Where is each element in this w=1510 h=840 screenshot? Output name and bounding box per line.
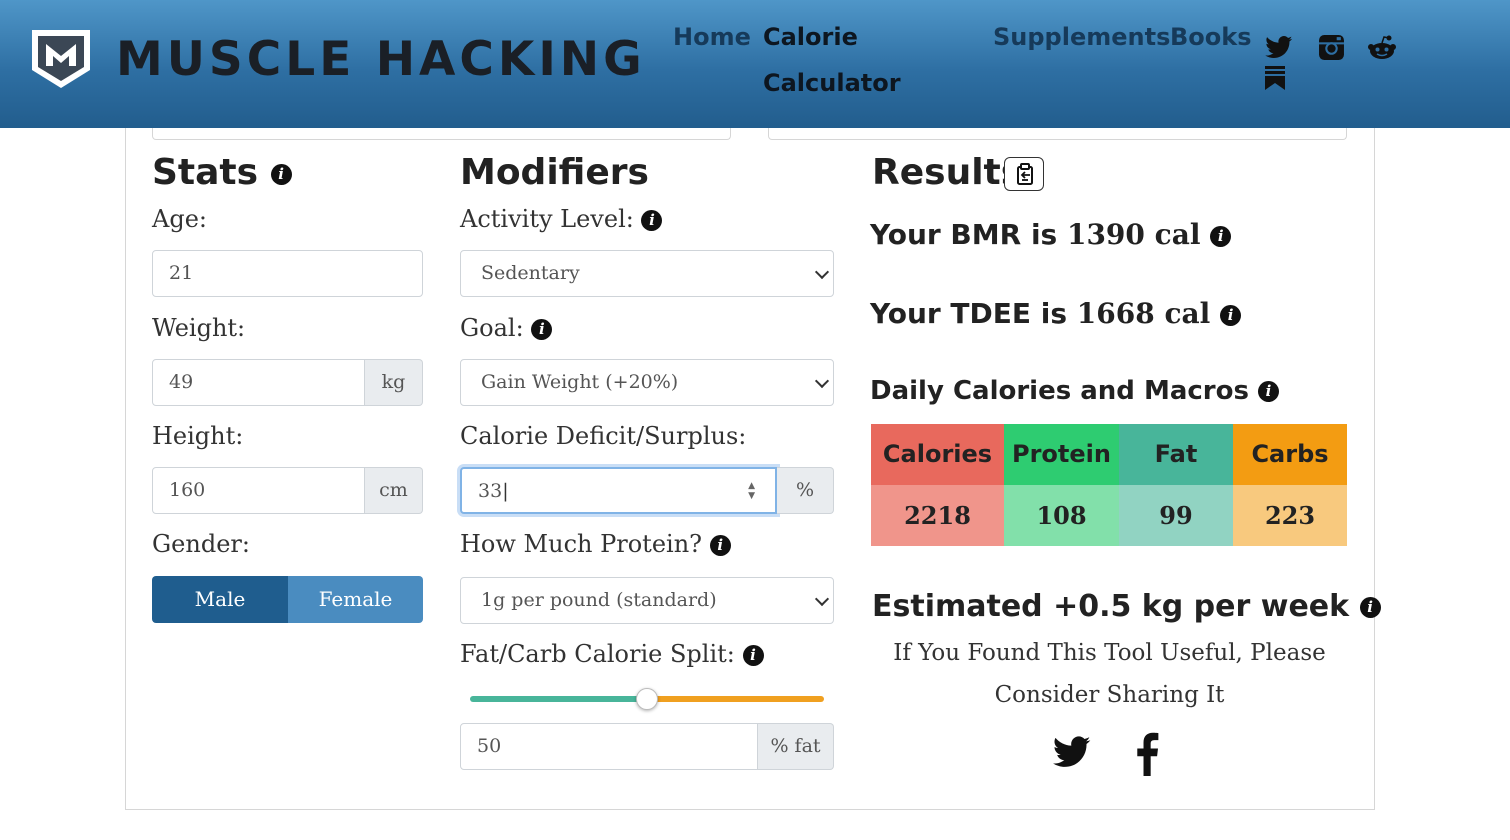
site-header: MUSCLE HACKING Home Calorie Calculator S…: [0, 0, 1510, 128]
slider-fat-fill: [470, 696, 647, 702]
weight-unit: kg: [365, 359, 423, 406]
twitter-share-icon[interactable]: [1052, 735, 1092, 771]
protein-info-icon[interactable]: i: [709, 535, 731, 556]
split-unit: % fat: [758, 723, 834, 770]
modifiers-title: Modifiers: [460, 152, 649, 193]
macros-info-icon[interactable]: i: [1258, 381, 1280, 402]
estimated-info-icon[interactable]: i: [1359, 597, 1381, 618]
chevron-down-icon: [814, 264, 830, 280]
bookmark-icon[interactable]: [1264, 66, 1286, 90]
deficit-label: Calorie Deficit/Surplus:: [460, 422, 747, 450]
protein-select-value: 1g per pound (standard): [481, 589, 717, 611]
split-label: Fat/Carb Calorie Split: i: [460, 639, 764, 669]
macro-val-protein: 108: [1004, 485, 1119, 546]
height-input[interactable]: 160: [152, 467, 365, 514]
macro-head-protein: Protein: [1004, 424, 1119, 485]
split-info-icon[interactable]: i: [742, 645, 764, 666]
macro-val-carbs: 223: [1233, 485, 1347, 546]
macro-col-fat: Fat 99: [1119, 424, 1233, 546]
gender-toggle: Male Female: [152, 576, 423, 623]
clipboard-icon: [1017, 163, 1033, 185]
logo-badge-icon[interactable]: [26, 26, 96, 92]
tdee-result: Your TDEE is 1668 cal i: [870, 296, 1242, 332]
bmr-value: 1390 cal: [1066, 218, 1201, 251]
weight-input[interactable]: 49: [152, 359, 365, 406]
protein-label-text: How Much Protein?: [460, 530, 703, 558]
activity-label-text: Activity Level:: [460, 205, 634, 233]
macros-title: Daily Calories and Macros i: [870, 373, 1280, 409]
nav-books[interactable]: Books: [1170, 22, 1252, 52]
macro-col-protein: Protein 108: [1004, 424, 1119, 546]
nav-supplements[interactable]: Supplements: [993, 22, 1170, 52]
goal-select[interactable]: Gain Weight (+20%): [460, 359, 834, 406]
instagram-icon[interactable]: [1318, 34, 1345, 61]
chevron-down-icon: [814, 591, 830, 607]
split-label-text: Fat/Carb Calorie Split:: [460, 640, 735, 668]
macro-col-carbs: Carbs 223: [1233, 424, 1347, 546]
nav-home[interactable]: Home: [673, 22, 751, 52]
nav-calorie-calculator[interactable]: Calorie: [763, 22, 858, 52]
macros-title-text: Daily Calories and Macros: [870, 376, 1249, 406]
nav-calorie-calculator-line2: Calculator: [763, 69, 901, 97]
bmr-prefix: Your BMR is: [870, 218, 1058, 251]
macro-head-fat: Fat: [1119, 424, 1233, 485]
nav-calorie-calculator-2[interactable]: Calculator: [763, 68, 901, 98]
macro-val-fat: 99: [1119, 485, 1233, 546]
deficit-input[interactable]: 33| ▲ ▼: [460, 467, 777, 514]
height-label: Height:: [152, 422, 244, 450]
protein-label: How Much Protein? i: [460, 529, 731, 559]
macro-head-calories: Calories: [871, 424, 1004, 485]
facebook-share-icon[interactable]: [1134, 732, 1160, 776]
deficit-unit: %: [777, 467, 834, 514]
logo-text[interactable]: MUSCLE HACKING: [116, 30, 646, 90]
macro-head-carbs: Carbs: [1233, 424, 1347, 485]
weight-label: Weight:: [152, 314, 246, 342]
bmr-result: Your BMR is 1390 cal i: [870, 217, 1232, 253]
stats-title-text: Stats: [152, 152, 259, 193]
age-input[interactable]: 21: [152, 250, 423, 297]
split-input[interactable]: 50: [460, 723, 758, 770]
gender-label: Gender:: [152, 530, 250, 558]
twitter-icon[interactable]: [1264, 36, 1294, 60]
goal-label: Goal: i: [460, 313, 553, 343]
card-stub-left: [152, 128, 731, 140]
male-button[interactable]: Male: [152, 576, 288, 623]
copy-results-button[interactable]: [1004, 157, 1044, 191]
tdee-value: 1668 cal: [1076, 297, 1211, 330]
macros-table: Calories 2218 Protein 108 Fat 99 Carbs 2…: [871, 424, 1347, 546]
activity-select[interactable]: Sedentary: [460, 250, 834, 297]
goal-select-value: Gain Weight (+20%): [481, 371, 679, 393]
bmr-info-icon[interactable]: i: [1210, 225, 1232, 247]
activity-info-icon[interactable]: i: [641, 210, 663, 231]
goal-label-text: Goal:: [460, 314, 524, 342]
macro-val-calories: 2218: [871, 485, 1004, 546]
tdee-info-icon[interactable]: i: [1220, 304, 1242, 326]
female-button[interactable]: Female: [288, 576, 423, 623]
results-title: Results: [872, 152, 1023, 193]
number-spinner-icon[interactable]: ▲ ▼: [748, 481, 755, 501]
nav-calorie-calculator-line1: Calorie: [763, 23, 858, 51]
tdee-prefix: Your TDEE is: [870, 297, 1068, 330]
activity-select-value: Sedentary: [481, 262, 580, 284]
card-stub-right: [768, 128, 1347, 140]
protein-select[interactable]: 1g per pound (standard): [460, 577, 834, 624]
fat-carb-slider[interactable]: [470, 688, 824, 710]
slider-thumb[interactable]: [636, 688, 658, 710]
reddit-icon[interactable]: [1367, 35, 1397, 61]
slider-carb-fill: [647, 696, 824, 702]
estimated-rate: Estimated +0.5 kg per week i: [872, 588, 1381, 626]
activity-label: Activity Level: i: [460, 204, 663, 234]
stats-title: Stats i: [152, 151, 292, 195]
estimated-text: Estimated +0.5 kg per week: [872, 589, 1350, 624]
chevron-down-icon: [814, 373, 830, 389]
macro-col-calories: Calories 2218: [871, 424, 1004, 546]
share-text: If You Found This Tool Useful, Please Co…: [893, 640, 1326, 708]
age-label: Age:: [152, 205, 207, 233]
deficit-input-value: 33: [478, 480, 503, 502]
stats-info-icon[interactable]: i: [270, 163, 292, 185]
height-unit: cm: [365, 467, 423, 514]
goal-info-icon[interactable]: i: [531, 319, 553, 340]
